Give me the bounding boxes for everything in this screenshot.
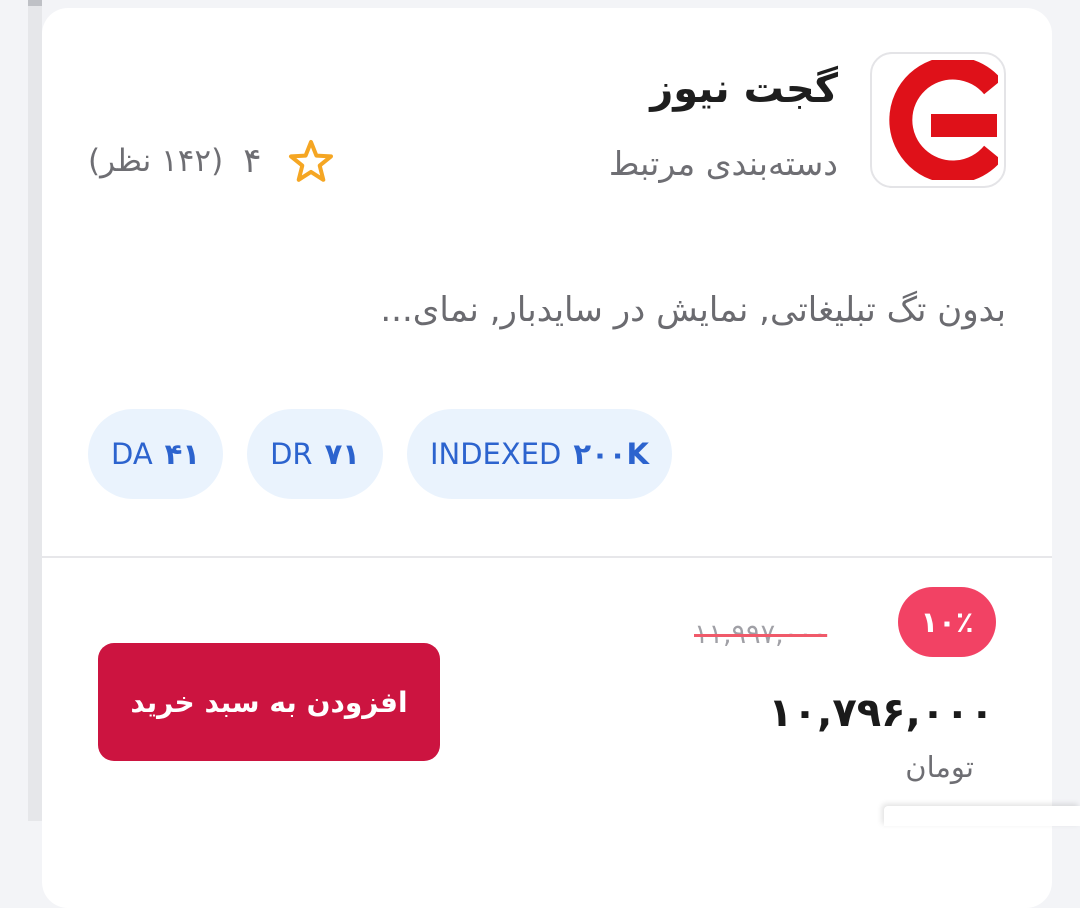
tag-label: INDEXED	[429, 437, 562, 471]
rating-value: ۴	[243, 141, 262, 181]
tag-value: ۲۰۰K	[573, 437, 649, 471]
rating: (۱۴۲ نظر) ۴	[88, 136, 335, 186]
scrollbar-thumb[interactable]	[28, 0, 42, 6]
tag-value: ۷۱	[324, 437, 360, 471]
product-card[interactable]: گجت نیوز دسته‌بندی مرتبط (۱۴۲ نظر) ۴ بدو…	[42, 8, 1052, 908]
category-label: دسته‌بندی مرتبط	[608, 144, 838, 183]
add-to-cart-button[interactable]: افزودن به سبد خرید	[98, 643, 440, 761]
description: بدون تگ تبلیغاتی, نمایش در سایدبار, نمای…	[380, 290, 1006, 330]
site-logo	[870, 52, 1006, 188]
star-icon	[289, 140, 334, 182]
tag-indexed: INDEXED ۲۰۰K	[406, 409, 672, 499]
tag-value: ۴۱	[164, 437, 201, 471]
review-count: (۱۴۲ نظر)	[88, 143, 224, 179]
old-price: ۱۱,۹۹۷,۰۰۰	[694, 619, 828, 650]
tag-label: DR	[270, 437, 313, 471]
tag-da: DA ۴۱	[88, 409, 224, 499]
current-price: ۱۰,۷۹۶,۰۰۰	[768, 690, 994, 736]
currency-label: تومان	[905, 750, 974, 784]
tag-dr: DR ۷۱	[247, 409, 383, 499]
scrollbar-track[interactable]	[28, 0, 42, 821]
tag-label: DA	[111, 437, 153, 471]
site-name[interactable]: گجت نیوز	[650, 66, 838, 112]
bottom-sheet-edge	[884, 806, 1080, 826]
divider	[42, 556, 1052, 558]
metric-tags: DA ۴۱ DR ۷۱ INDEXED ۲۰۰K	[88, 409, 672, 499]
discount-badge: ۱۰٪	[898, 587, 996, 657]
gadgetnews-logo-icon	[889, 60, 998, 180]
